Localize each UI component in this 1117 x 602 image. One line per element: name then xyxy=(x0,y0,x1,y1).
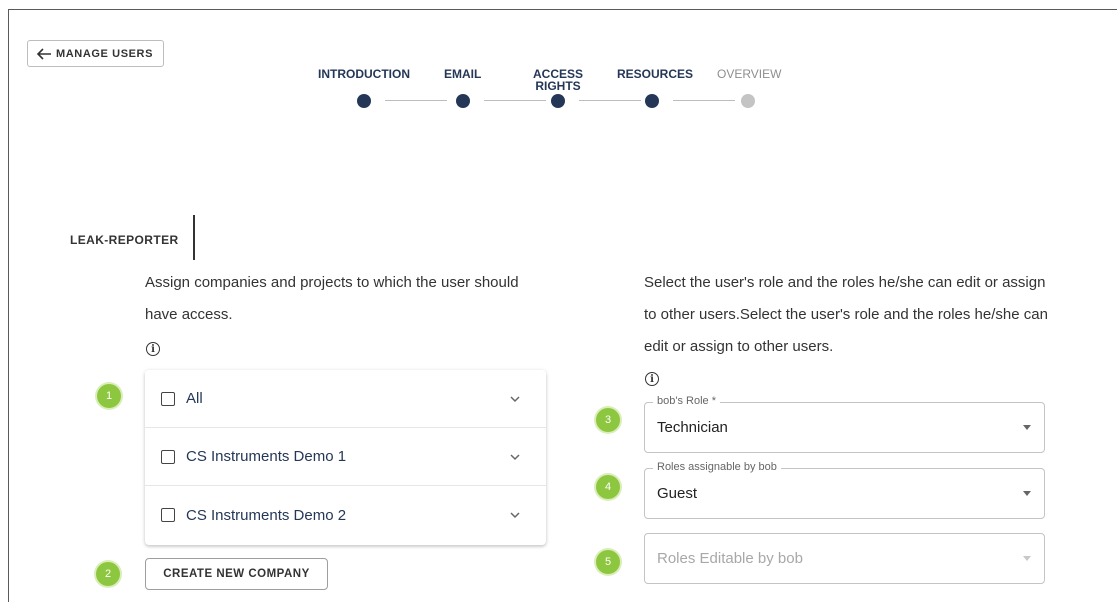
checkbox[interactable] xyxy=(161,508,175,522)
step-resources[interactable]: RESOURCES xyxy=(617,68,693,80)
step-connector xyxy=(385,100,447,101)
companies-description: Assign companies and projects to which t… xyxy=(145,274,519,323)
chevron-down-icon[interactable] xyxy=(508,450,522,464)
info-icon[interactable]: i xyxy=(146,342,160,356)
company-row[interactable]: CS Instruments Demo 1 xyxy=(145,428,546,486)
step-dot-email xyxy=(456,94,470,108)
step-dot-access-rights xyxy=(551,94,565,108)
step-access-rights[interactable]: ACCESS RIGHTS xyxy=(533,68,583,92)
caret-down-icon xyxy=(1023,556,1031,561)
field-value: Technician xyxy=(657,419,728,436)
field-placeholder: Roles Editable by bob xyxy=(657,550,803,567)
tab-leak-reporter[interactable]: LEAK-REPORTER xyxy=(70,233,179,247)
company-name: CS Instruments Demo 2 xyxy=(186,506,347,524)
checkbox[interactable] xyxy=(161,391,175,406)
company-row[interactable]: CS Instruments Demo 2 xyxy=(145,486,546,544)
company-name: CS Instruments Demo 1 xyxy=(186,448,347,465)
step-introduction[interactable]: INTRODUCTION xyxy=(318,68,410,80)
back-button-label: MANAGE USERS xyxy=(56,47,154,60)
field-value: Guest xyxy=(657,485,698,502)
roles-description: Select the user's role and the roles he/… xyxy=(644,274,1048,355)
checkbox[interactable] xyxy=(161,449,175,464)
step-connector xyxy=(484,100,546,101)
caret-down-icon xyxy=(1023,425,1031,430)
user-role-select[interactable]: bob's Role * Technician xyxy=(644,395,1045,453)
manage-users-back-button[interactable]: MANAGE USERS xyxy=(27,40,164,67)
step-overview[interactable]: OVERVIEW xyxy=(717,68,781,80)
step-dot-introduction xyxy=(357,94,371,108)
caret-down-icon xyxy=(1023,491,1031,496)
company-name: All xyxy=(186,390,203,407)
step-dot-resources xyxy=(645,94,659,108)
info-icon[interactable]: i xyxy=(645,372,659,386)
arrow-left-icon xyxy=(36,47,51,60)
step-badge-4: 4 xyxy=(596,475,620,499)
step-badge-5: 5 xyxy=(596,550,620,574)
step-connector xyxy=(579,100,641,101)
chevron-down-icon[interactable] xyxy=(508,392,522,406)
step-badge-3: 3 xyxy=(596,408,620,432)
field-label: bob's Role * xyxy=(653,395,720,407)
create-new-company-button[interactable]: CREATE NEW COMPANY xyxy=(145,558,328,590)
roles-editable-select[interactable]: Roles Editable by bob xyxy=(644,533,1045,584)
companies-list: All CS Instruments Demo 1 CS Instruments… xyxy=(145,370,546,545)
step-connector xyxy=(673,100,735,101)
step-dot-overview xyxy=(741,94,755,108)
step-badge-1: 1 xyxy=(97,384,121,408)
roles-assignable-select[interactable]: Roles assignable by bob Guest xyxy=(644,461,1045,519)
step-email[interactable]: EMAIL xyxy=(444,68,481,80)
chevron-down-icon[interactable] xyxy=(508,508,522,522)
company-row-all[interactable]: All xyxy=(145,370,546,428)
field-label: Roles assignable by bob xyxy=(653,461,781,473)
step-badge-2: 2 xyxy=(96,562,120,586)
tab-indicator xyxy=(193,215,195,260)
